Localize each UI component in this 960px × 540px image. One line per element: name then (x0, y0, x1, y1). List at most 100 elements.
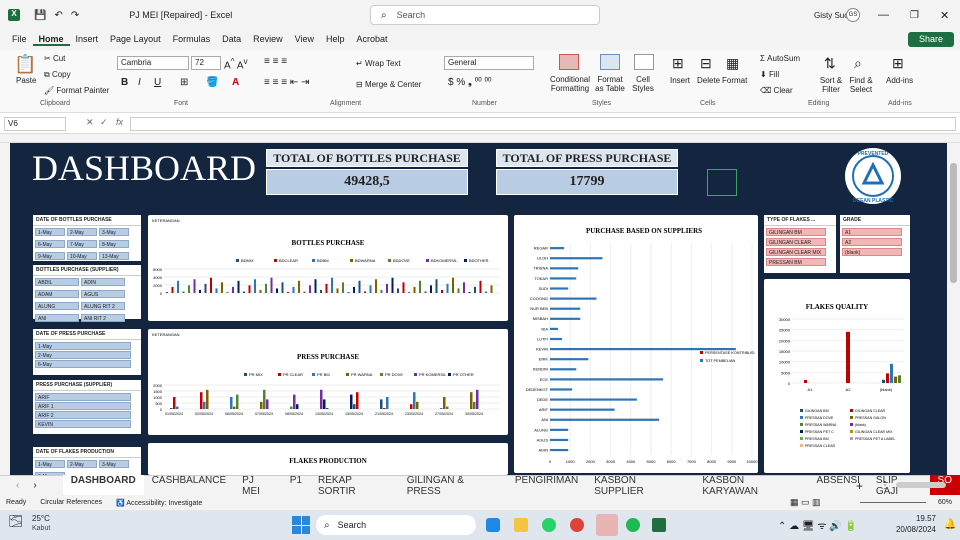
horizontal-scrollbar[interactable] (896, 482, 946, 488)
slicer-item[interactable]: A2 (842, 238, 902, 246)
zoom-slider[interactable] (860, 502, 926, 503)
sheet-tab[interactable]: KASBON KARYAWAN (694, 475, 808, 497)
undo-icon[interactable]: ↶ (54, 10, 62, 21)
format-as-table-button[interactable]: Format as Table (594, 75, 626, 93)
save-icon[interactable]: 💾 (34, 10, 46, 21)
sheet-tab[interactable]: KASBON SUPPLIER (586, 475, 694, 497)
slicer-item[interactable]: ANI (35, 314, 79, 322)
sheet-tab[interactable]: GILINGAN & PRESS (399, 475, 507, 497)
restore-icon[interactable]: ❐ (910, 10, 919, 21)
whatsapp-icon[interactable] (542, 518, 556, 532)
avatar[interactable]: GS (846, 8, 860, 22)
cancel-formula-icon[interactable]: ✕ (86, 117, 94, 128)
delete-cells-button[interactable]: Delete (697, 76, 720, 85)
slicer-item[interactable]: 1-May (35, 228, 65, 236)
slicer-item[interactable]: KEVIN (35, 420, 131, 428)
slicer-item[interactable]: ADIN (81, 278, 125, 286)
prev-sheet-icon[interactable]: ‹ (16, 480, 19, 491)
zoom-level[interactable]: 60% (938, 499, 952, 506)
format-painter-button[interactable]: 🖌 Format Painter (44, 86, 109, 95)
autosum-button[interactable]: Σ AutoSum (760, 54, 800, 63)
selected-cell[interactable] (707, 169, 737, 196)
slicer-item[interactable]: A1 (842, 228, 902, 236)
enter-formula-icon[interactable]: ✓ (100, 117, 108, 128)
slicer-item[interactable]: 2-May (67, 460, 97, 468)
slicer-item[interactable]: PRESSAN BM (766, 258, 826, 266)
file-explorer-icon[interactable] (514, 518, 528, 532)
next-sheet-icon[interactable]: › (33, 480, 36, 491)
add-sheet-icon[interactable]: + (856, 479, 863, 493)
vertical-scrollbar[interactable] (947, 143, 960, 475)
slicer-item[interactable]: 8-May (99, 240, 129, 248)
menu-page-layout[interactable]: Page Layout (104, 34, 167, 46)
menu-view[interactable]: View (289, 34, 320, 46)
menu-formulas[interactable]: Formulas (167, 34, 217, 46)
redo-icon[interactable]: ↷ (71, 10, 79, 21)
menu-data[interactable]: Data (216, 34, 247, 46)
font-color-icon[interactable]: A (232, 77, 239, 88)
view-normal-icon[interactable]: ▦ ▭ ▥ (790, 497, 821, 508)
sheet-tab[interactable]: PENGIRIMAN (507, 475, 586, 497)
menu-review[interactable]: Review (247, 34, 289, 46)
slicer-item[interactable]: 3-May (99, 228, 129, 236)
sheet-tab[interactable]: DASHBOARD (62, 474, 144, 497)
slicer-item[interactable]: AGUS (81, 290, 125, 298)
sheet-tab[interactable]: PJ MEI (234, 475, 282, 497)
clear-button[interactable]: ⌫ Clear (760, 86, 793, 95)
sheet-tab[interactable]: CASHBALANCE (144, 475, 234, 497)
menu-file[interactable]: File (6, 34, 33, 46)
cell-styles-button[interactable]: Cell Styles (628, 75, 658, 93)
menu-home[interactable]: Home (32, 34, 70, 46)
slicer-item[interactable]: ALUNG RIT 2 (81, 302, 125, 310)
currency-icon[interactable]: $ % ❟ ⁰⁰ ⁰⁰ (448, 77, 492, 88)
slicer-item[interactable]: 6-May (35, 360, 131, 368)
bold-button[interactable]: B (121, 77, 128, 88)
sheet-tab[interactable]: REKAP SORTIR (310, 475, 399, 497)
menu-help[interactable]: Help (320, 34, 351, 46)
close-icon[interactable]: ✕ (940, 9, 949, 22)
menu-insert[interactable]: Insert (70, 34, 105, 46)
paste-icon[interactable]: 📋 (14, 54, 36, 75)
slicer-item[interactable]: ARIF 2 (35, 411, 131, 419)
menu-acrobat[interactable]: Acrobat (351, 34, 394, 46)
sheet-tab[interactable]: P1 (282, 475, 310, 497)
slicer-item[interactable]: GILINGAN BM (766, 228, 826, 236)
sort-filter-button[interactable]: Sort & Filter (816, 76, 846, 94)
minimize-icon[interactable]: — (878, 9, 889, 21)
cut-button[interactable]: ✂ Cut (44, 54, 65, 63)
font-size-select[interactable]: 72 (191, 56, 221, 70)
browser-edge-icon[interactable] (486, 518, 500, 532)
slicer-item[interactable]: ABDIL (35, 278, 79, 286)
accessibility-status[interactable]: ♿ Accessibility: Investigate (116, 499, 202, 507)
clock-date[interactable]: 20/08/2024 (870, 525, 936, 534)
formula-input[interactable] (130, 117, 956, 131)
sheet-options-icon[interactable]: ⋮ (880, 480, 890, 491)
slicer-item[interactable]: 9-May (35, 252, 65, 260)
windows-start-icon[interactable] (292, 516, 310, 534)
format-cells-button[interactable]: Format (722, 76, 747, 85)
slicer-item[interactable]: GILINGAN CLEAR (766, 238, 826, 246)
slicer-item[interactable]: 1-May (35, 342, 131, 350)
font-name-select[interactable]: Cambria (117, 56, 189, 70)
excel-taskbar-icon[interactable] (652, 518, 666, 532)
notification-icon[interactable]: 🔔 (944, 519, 956, 530)
fill-button[interactable]: ⬇ Fill (760, 70, 779, 79)
slicer-item[interactable]: 3-May (99, 460, 129, 468)
slicer-item[interactable]: GILINGAN CLEAR MIX (766, 248, 826, 256)
slicer-item[interactable]: (blank) (842, 248, 902, 256)
clock-time[interactable]: 19.57 (896, 514, 936, 523)
insert-function-button[interactable]: fx (116, 117, 123, 127)
merge-center-button[interactable]: ⊟ Merge & Center (356, 80, 421, 89)
search-box[interactable]: ⌕ Search (370, 5, 600, 25)
align-top-icon[interactable]: ≡ ≡ ≡ (264, 56, 287, 67)
taskbar-search[interactable]: ⌕ Search (316, 515, 476, 535)
slicer-item[interactable]: ALUNG (35, 302, 79, 310)
weather-temp[interactable]: 25°C (32, 514, 50, 523)
copy-button[interactable]: ⧉ Copy (44, 70, 71, 80)
slicer-item[interactable]: ANI RIT 2 (81, 314, 125, 322)
slicer-item[interactable]: ARIF 1 (35, 402, 131, 410)
number-format-select[interactable]: General (444, 56, 534, 70)
spotify-icon[interactable] (626, 518, 640, 532)
grow-font-icon[interactable]: A^ Av (224, 56, 248, 71)
name-box[interactable]: V6 (4, 117, 66, 131)
